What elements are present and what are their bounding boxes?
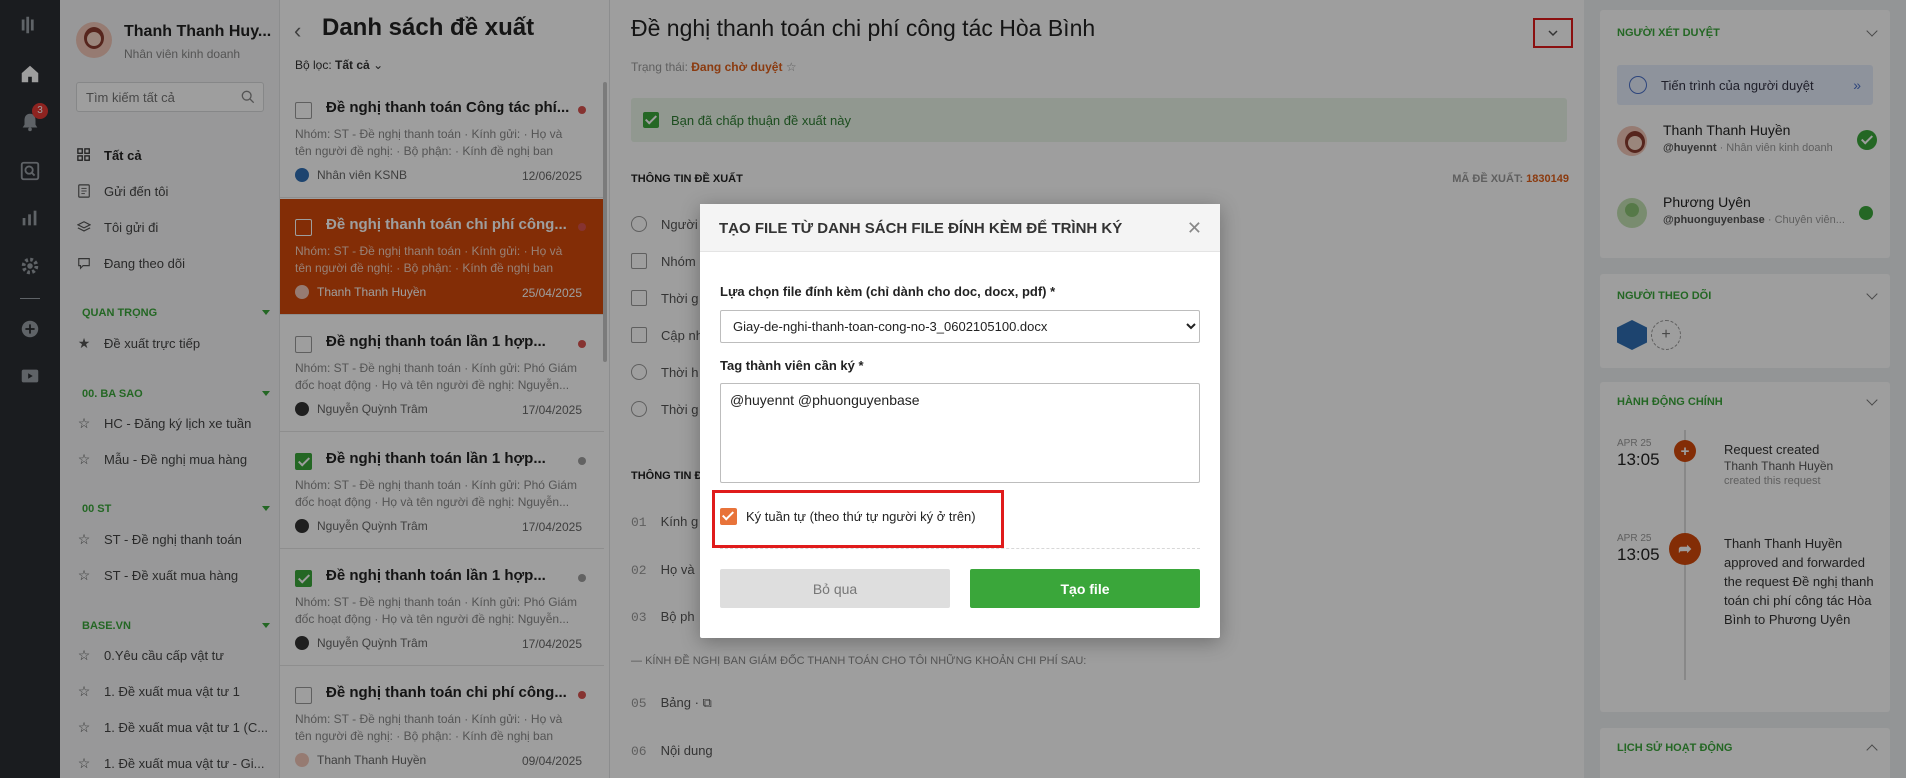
checkbox-checked-icon[interactable] — [720, 508, 737, 525]
create-file-button[interactable]: Tạo file — [970, 569, 1200, 608]
dialog-title: TẠO FILE TỪ DANH SÁCH FILE ĐÍNH KÈM ĐỂ T… — [719, 220, 1123, 237]
create-signing-file-dialog: TẠO FILE TỪ DANH SÁCH FILE ĐÍNH KÈM ĐỂ T… — [700, 204, 1220, 638]
dialog-header: TẠO FILE TỪ DANH SÁCH FILE ĐÍNH KÈM ĐỂ T… — [700, 204, 1220, 252]
file-select-label: Lựa chọn file đính kèm (chỉ dành cho doc… — [720, 284, 1056, 299]
close-icon[interactable]: ✕ — [1187, 218, 1202, 239]
sequential-sign-checkbox[interactable]: Ký tuần tự (theo thứ tự người ký ở trên) — [720, 508, 976, 525]
skip-button[interactable]: Bỏ qua — [720, 569, 950, 608]
tag-members-label: Tag thành viên cần ký * — [720, 358, 864, 373]
file-select[interactable]: Giay-de-nghi-thanh-toan-cong-no-3_060210… — [720, 310, 1200, 343]
tag-members-input[interactable]: @huyennt @phuonguyenbase — [720, 383, 1200, 483]
dialog-divider — [720, 548, 1200, 549]
